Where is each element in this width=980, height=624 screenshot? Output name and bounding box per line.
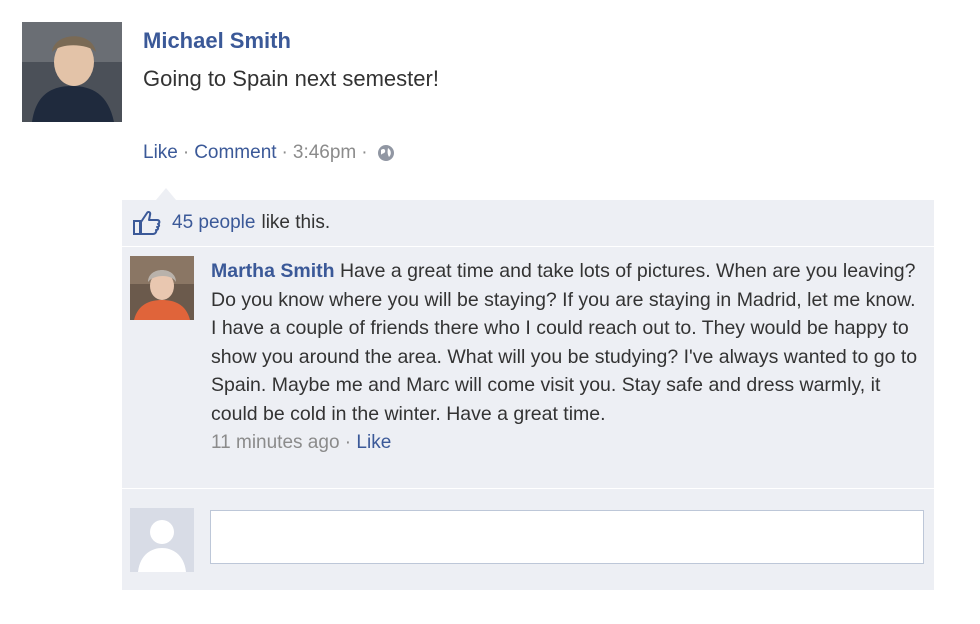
- likes-suffix: like this.: [261, 212, 331, 233]
- post-timestamp[interactable]: 3:46pm: [293, 142, 356, 164]
- likes-summary: 45 people like this.: [122, 200, 934, 247]
- separator: ·: [344, 432, 352, 453]
- comment-link[interactable]: Comment: [194, 142, 276, 164]
- comment-item: Martha Smith Have a great time and take …: [122, 248, 934, 489]
- comment-body: Martha Smith Have a great time and take …: [211, 257, 921, 458]
- reply-row: [122, 504, 934, 574]
- likes-count-link[interactable]: 45 people: [172, 212, 255, 234]
- post-actions: Like · Comment · 3:46pm ·: [143, 142, 395, 164]
- comments-caret: [156, 188, 176, 200]
- separator: ·: [281, 142, 288, 163]
- like-link[interactable]: Like: [143, 142, 178, 164]
- globe-icon[interactable]: [377, 144, 395, 162]
- viewer-avatar: [130, 508, 194, 572]
- commenter-photo: [130, 256, 194, 320]
- author-photo: [22, 22, 122, 122]
- commenter-avatar[interactable]: [130, 256, 194, 320]
- default-profile-icon: [130, 508, 194, 572]
- comment-meta: 11 minutes ago · Like: [211, 428, 921, 458]
- thumbs-up-icon: [132, 209, 162, 237]
- comments-section: 45 people like this. Martha Smith Have a…: [122, 200, 934, 590]
- comment-like-link[interactable]: Like: [356, 432, 391, 453]
- separator: ·: [182, 142, 190, 163]
- author-avatar[interactable]: [22, 22, 122, 122]
- author-name[interactable]: Michael Smith: [143, 28, 291, 54]
- separator: ·: [361, 142, 368, 163]
- post-text: Going to Spain next semester!: [143, 66, 439, 91]
- comment-text: Have a great time and take lots of pictu…: [211, 260, 918, 425]
- comment-input[interactable]: [210, 510, 924, 564]
- comment-time[interactable]: 11 minutes ago: [211, 432, 340, 453]
- commenter-name[interactable]: Martha Smith: [211, 260, 335, 282]
